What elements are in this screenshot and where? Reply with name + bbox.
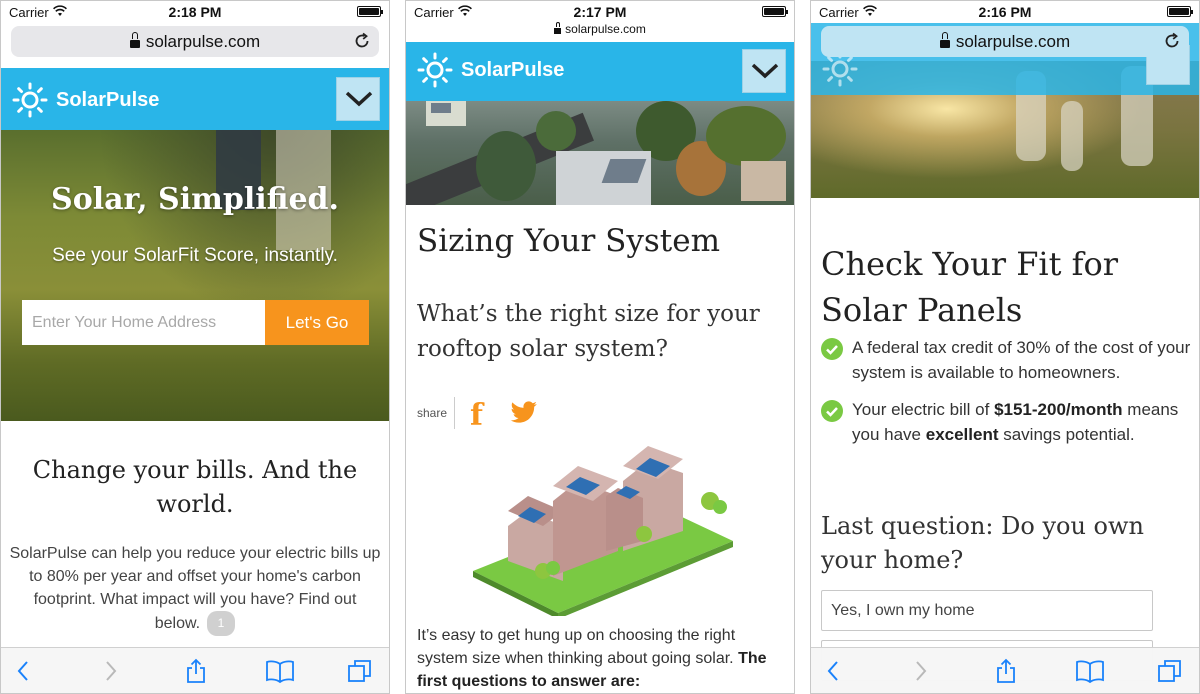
address-bar[interactable]: solarpulse.com	[11, 26, 379, 57]
clock: 2:16 PM	[978, 4, 1032, 20]
address-bar[interactable]: solarpulse.com	[821, 26, 1189, 57]
reload-icon[interactable]	[1163, 32, 1181, 50]
chevron-down-icon	[751, 63, 779, 79]
check-circle-icon	[821, 400, 843, 422]
article-subtitle: What’s the right size for your rooftop s…	[417, 301, 760, 362]
phone-screen-home: Carrier 2:18 PM solarpulse.com SolarPuls…	[0, 0, 390, 694]
home-address-input[interactable]	[22, 300, 266, 345]
hero-title: Solar, Simplified.	[51, 182, 339, 217]
share-label: share	[417, 406, 448, 420]
ownership-question: Last question: Do you own your home?	[821, 512, 1144, 574]
url-text: solarpulse.com	[145, 32, 261, 51]
tabs-icon[interactable]	[347, 658, 373, 684]
section-body: SolarPulse can help you reduce your elec…	[9, 542, 381, 636]
twitter-icon[interactable]	[510, 401, 538, 425]
houses-illustration	[473, 446, 733, 616]
url-text: solarpulse.com	[955, 32, 1071, 51]
article-title: Sizing Your System	[417, 223, 720, 259]
sun-icon	[417, 52, 453, 88]
chevron-down-icon	[345, 91, 373, 107]
status-bar: Carrier 2:18 PM	[1, 1, 389, 23]
url-text: solarpulse.com	[565, 22, 646, 36]
step-badge: 1	[206, 611, 236, 636]
phone-screen-article: Carrier 2:17 PM solarpulse.com SolarPuls…	[405, 0, 795, 694]
facebook-icon[interactable]: f	[470, 398, 483, 433]
forward-icon[interactable]	[907, 658, 933, 684]
status-bar: Carrier 2:17 PM	[406, 1, 794, 23]
safari-toolbar	[811, 647, 1199, 693]
menu-toggle-button[interactable]	[742, 49, 786, 93]
brand-name: SolarPulse	[461, 58, 565, 81]
check-circle-icon	[821, 338, 843, 360]
address-bar-compact[interactable]: solarpulse.com	[406, 22, 794, 36]
site-header: SolarPulse	[1, 68, 389, 130]
back-icon[interactable]	[11, 658, 37, 684]
brand-name: SolarPulse	[56, 88, 160, 111]
brand-logo[interactable]: SolarPulse	[417, 52, 564, 88]
battery-icon	[1167, 6, 1193, 17]
share-icon[interactable]	[993, 658, 1019, 684]
lock-icon	[129, 32, 140, 48]
brand-logo[interactable]: SolarPulse	[12, 82, 159, 118]
hero-banner: Solar, Simplified. See your SolarFit Sco…	[1, 130, 389, 421]
phone-screen-fit-check: Carrier 2:16 PM solarpulse.com Check You…	[810, 0, 1200, 694]
section-heading: Change your bills. And the world.	[32, 456, 358, 518]
lets-go-button[interactable]: Let's Go	[265, 300, 369, 345]
lock-icon	[939, 32, 950, 48]
hero-subtitle: See your SolarFit Score, instantly.	[52, 245, 338, 266]
article-body: It’s easy to get hung up on choosing the…	[417, 627, 767, 690]
battery-icon	[762, 6, 788, 17]
clock: 2:17 PM	[573, 4, 627, 20]
battery-icon	[357, 6, 383, 17]
safari-toolbar	[1, 647, 389, 693]
bookmarks-icon[interactable]	[1075, 658, 1105, 684]
tabs-icon[interactable]	[1157, 658, 1183, 684]
menu-toggle-button[interactable]	[336, 77, 380, 121]
clock: 2:18 PM	[168, 4, 222, 20]
reload-icon[interactable]	[353, 32, 371, 50]
own-home-option[interactable]: Yes, I own my home	[821, 590, 1153, 631]
forward-icon[interactable]	[97, 658, 123, 684]
lock-icon	[554, 22, 562, 34]
fit-title: Check Your Fit for Solar Panels	[821, 245, 1119, 329]
site-header: SolarPulse	[406, 42, 794, 101]
status-bar: Carrier 2:16 PM	[811, 1, 1199, 23]
sun-icon	[12, 82, 48, 118]
share-icon[interactable]	[183, 658, 209, 684]
neighborhood-photo	[406, 101, 794, 205]
back-icon[interactable]	[821, 658, 847, 684]
bookmarks-icon[interactable]	[265, 658, 295, 684]
